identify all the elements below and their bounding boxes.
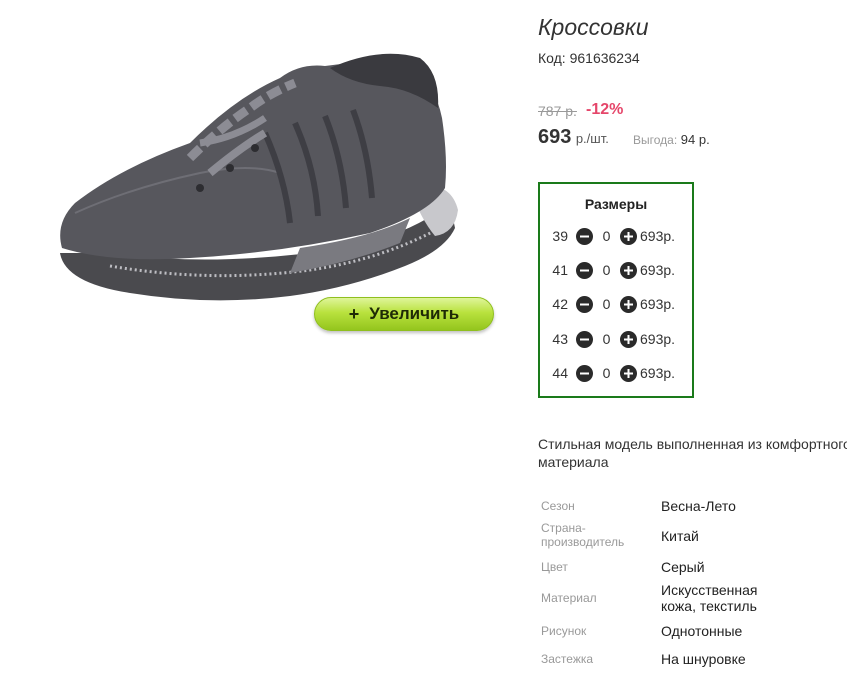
plus-circle-icon[interactable]: [620, 261, 637, 279]
size-price: 693р.: [640, 365, 676, 381]
size-label: 43: [552, 331, 568, 347]
price: 693 р./шт.: [538, 126, 609, 149]
product-title: Кроссовки: [538, 14, 649, 40]
savings-value: 94 р.: [680, 132, 710, 147]
minus-circle-icon[interactable]: [576, 295, 593, 313]
minus-circle-icon[interactable]: [576, 364, 593, 382]
property-label: Сезон: [541, 499, 575, 513]
savings: Выгода: 94 р.: [633, 132, 710, 147]
size-row: 42 0 693р.: [540, 292, 692, 316]
plus-circle-icon[interactable]: [620, 364, 637, 382]
property-label: Рисунок: [541, 624, 587, 638]
size-price: 693р.: [640, 331, 676, 347]
property-value: Искусственная кожа, текстиль: [661, 582, 758, 614]
quantity-value: 0: [602, 296, 611, 312]
discount-badge: -12%: [586, 101, 624, 118]
size-row: 44 0 693р.: [540, 361, 692, 385]
plus-circle-icon[interactable]: [620, 227, 637, 245]
property-value: Весна-Лето: [661, 498, 736, 514]
plus-circle-icon[interactable]: [620, 330, 637, 348]
savings-label: Выгода:: [633, 133, 678, 147]
quantity-value: 0: [602, 228, 611, 244]
price-unit: р./шт.: [575, 131, 609, 146]
property-value: Однотонные: [661, 623, 743, 639]
property-value: На шнуровке: [661, 651, 746, 667]
size-price: 693р.: [640, 296, 676, 312]
size-row: 41 0 693р.: [540, 258, 692, 282]
quantity-value: 0: [602, 365, 611, 381]
property-label: Страна-производитель: [541, 521, 625, 549]
minus-circle-icon[interactable]: [576, 227, 593, 245]
minus-circle-icon[interactable]: [576, 330, 593, 348]
sizes-title: Размеры: [584, 196, 648, 212]
quantity-value: 0: [602, 262, 611, 278]
product-code: Код: 961636234: [538, 50, 640, 66]
old-price: 787 р.: [538, 103, 577, 119]
product-description: Стильная модель выполненная из комфортно…: [538, 436, 847, 470]
property-value: Серый: [661, 559, 705, 575]
zoom-button[interactable]: + Увеличить: [314, 297, 494, 331]
property-value: Китай: [661, 528, 699, 544]
property-label: Цвет: [541, 560, 568, 574]
size-label: 39: [552, 228, 568, 244]
quantity-value: 0: [602, 331, 611, 347]
sizes-panel: Размеры 39 0 693р. 41 0 693р. 42 0 693р. 43 0 693р.…: [538, 182, 694, 398]
product-image-area: + Увеличить: [0, 0, 500, 420]
size-row: 39 0 693р.: [540, 224, 692, 248]
property-label: Застежка: [541, 652, 594, 666]
plus-icon: +: [348, 303, 360, 324]
zoom-button-label: Увеличить: [369, 304, 460, 323]
size-price: 693р.: [640, 228, 676, 244]
size-label: 41: [552, 262, 568, 278]
price-value: 693: [538, 126, 572, 148]
plus-circle-icon[interactable]: [620, 295, 637, 313]
size-label: 42: [552, 296, 568, 312]
size-label: 44: [552, 365, 568, 381]
minus-circle-icon[interactable]: [576, 261, 593, 279]
property-label: Материал: [541, 591, 597, 605]
size-row: 43 0 693р.: [540, 327, 692, 351]
size-price: 693р.: [640, 262, 676, 278]
product-image[interactable]: [50, 38, 470, 318]
